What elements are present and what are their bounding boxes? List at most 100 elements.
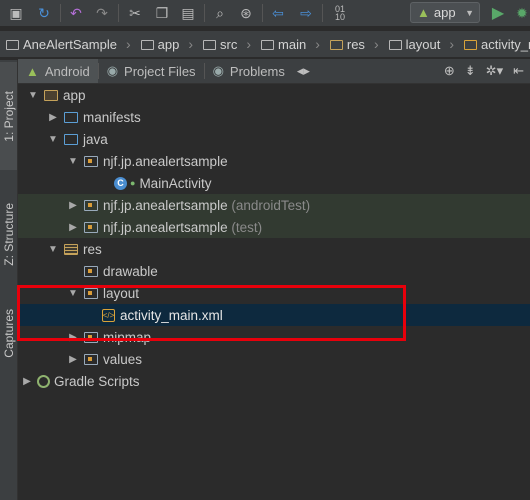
folder-icon — [6, 40, 19, 50]
tree-item-label: njf.jp.anealertsample (androidTest) — [103, 198, 310, 213]
gradle-icon — [37, 374, 50, 388]
save-icon[interactable]: ▣ — [6, 3, 26, 23]
tree-item-layout[interactable]: ▼ layout — [18, 282, 530, 304]
collapse-icon[interactable]: ⇟ — [465, 63, 476, 79]
breadcrumb-label: src — [220, 36, 238, 52]
problems-icon: ◉ — [212, 63, 224, 78]
tree-item-mainactivity[interactable]: C ● MainActivity — [18, 172, 530, 194]
hide-icon[interactable]: ⇤ — [513, 63, 524, 79]
toolbar-divider — [322, 4, 323, 22]
tree-item-label: mipmap — [103, 329, 152, 345]
tab-label: Captures — [1, 308, 16, 358]
redo-icon[interactable]: ↷ — [92, 3, 112, 23]
breadcrumb-label: AneAlertSample — [23, 36, 117, 52]
package-name: njf.jp.anealertsample — [103, 197, 228, 213]
run-config-selector[interactable]: ▲ app ▼ — [410, 2, 480, 23]
tree-item-package-androidtest[interactable]: ▶ njf.jp.anealertsample (androidTest) — [18, 194, 530, 216]
folder-icon — [84, 331, 98, 343]
breadcrumb-app[interactable]: app › — [135, 36, 197, 52]
find-icon[interactable]: ⌕ — [210, 3, 230, 23]
breadcrumb-main[interactable]: main › — [255, 36, 324, 52]
collapsed-arrow-icon[interactable]: ▶ — [20, 376, 34, 387]
tree-item-label: java — [83, 131, 108, 147]
debug-icon[interactable]: ✹ — [512, 3, 530, 23]
tree-item-drawable[interactable]: drawable — [18, 260, 530, 282]
tab-android[interactable]: ▲ Android — [18, 59, 98, 83]
collapsed-arrow-icon[interactable]: ▶ — [66, 332, 80, 343]
collapsed-arrow-icon[interactable]: ▶ — [66, 200, 80, 211]
tab-scroll-arrows[interactable]: ◂▸ — [293, 59, 314, 83]
tab-label: 1: Project — [1, 90, 16, 142]
replace-icon[interactable]: ⊛ — [236, 3, 256, 23]
tree-item-activity-main[interactable]: </> activity_main.xml — [18, 304, 530, 326]
toolbar-divider — [204, 4, 205, 22]
tree-item-res[interactable]: ▼ res — [18, 238, 530, 260]
tree-item-label: njf.jp.anealertsample (test) — [103, 220, 262, 235]
tab-structure[interactable]: Z: Structure — [0, 170, 17, 298]
collapsed-arrow-icon[interactable]: ▶ — [66, 222, 80, 233]
tree-item-gradle-scripts[interactable]: ▶ Gradle Scripts — [18, 370, 530, 392]
tree-item-package-main[interactable]: ▼ njf.jp.anealertsample — [18, 150, 530, 172]
sync-icon[interactable]: ↻ — [34, 3, 54, 23]
tab-project[interactable]: 1: Project — [0, 62, 17, 170]
tree-item-label: MainActivity — [139, 175, 212, 191]
project-view-tabs: ▲ Android ◉ Project Files ◉ Problems ◂▸ ⊕ ⇟… — [18, 59, 530, 84]
paste-icon[interactable]: ▤ — [178, 3, 198, 23]
chevron-right-icon: › — [449, 36, 454, 52]
folder-icon — [140, 40, 154, 50]
forward-icon[interactable]: ⇨ — [296, 3, 316, 23]
breadcrumb-file[interactable]: activity_main.xml — [458, 37, 530, 52]
breadcrumb-project[interactable]: AneAlertSample › — [0, 36, 135, 52]
tree-item-label: manifests — [83, 109, 141, 125]
tool-window-strip: 1: Project Z: Structure Captures — [0, 60, 18, 500]
android-icon: ▲ — [417, 5, 430, 20]
tab-problems[interactable]: ◉ Problems — [205, 59, 293, 83]
expanded-arrow-icon[interactable]: ▼ — [46, 134, 60, 145]
back-icon[interactable]: ⇦ — [268, 3, 288, 23]
package-icon — [84, 199, 98, 211]
package-icon — [84, 221, 98, 233]
cut-icon[interactable]: ✂ — [125, 3, 145, 23]
folder-icon — [388, 40, 402, 50]
breadcrumb-label: main — [278, 36, 307, 52]
toolbar-divider — [60, 4, 61, 22]
locate-icon[interactable]: ⊕ — [444, 63, 455, 79]
breadcrumb-src[interactable]: src › — [197, 36, 255, 52]
tree-item-java[interactable]: ▼ java — [18, 128, 530, 150]
run-icon[interactable]: ▶ — [488, 3, 508, 23]
panel-actions: ⊕ ⇟ ✲▾ ⇤ — [444, 59, 530, 83]
chevron-right-icon: › — [125, 36, 131, 52]
breadcrumb-label: app — [157, 36, 180, 52]
expanded-arrow-icon[interactable]: ▼ — [26, 90, 40, 101]
collapsed-arrow-icon[interactable]: ▶ — [66, 354, 80, 365]
project-files-icon: ◉ — [106, 63, 119, 78]
chevron-right-icon: › — [315, 36, 320, 52]
package-icon — [84, 155, 98, 167]
tree-item-values[interactable]: ▶ values — [18, 348, 530, 370]
breadcrumb-label: res — [346, 36, 365, 52]
gear-icon[interactable]: ✲▾ — [486, 63, 503, 79]
breadcrumb-layout[interactable]: layout › — [383, 36, 458, 52]
tree-item-label: Gradle Scripts — [54, 373, 140, 389]
package-name: njf.jp.anealertsample — [103, 219, 228, 235]
source-set-label: (androidTest) — [231, 197, 311, 213]
breadcrumb-res[interactable]: res › — [324, 36, 383, 52]
copy-icon[interactable]: ❐ — [152, 3, 172, 23]
tree-item-manifests[interactable]: ▶ manifests — [18, 106, 530, 128]
expanded-arrow-icon[interactable]: ▼ — [46, 244, 60, 255]
res-folder-icon — [329, 40, 343, 50]
undo-icon[interactable]: ↶ — [66, 3, 86, 23]
make-icon[interactable]: 01 10 — [330, 3, 350, 23]
folder-icon — [203, 40, 216, 50]
source-folder-icon — [64, 133, 78, 145]
tab-captures[interactable]: Captures — [0, 298, 17, 368]
tree-item-package-test[interactable]: ▶ njf.jp.anealertsample (test) — [18, 216, 530, 238]
collapsed-arrow-icon[interactable]: ▶ — [46, 112, 60, 123]
tab-project-files[interactable]: ◉ Project Files — [99, 59, 204, 83]
expanded-arrow-icon[interactable]: ▼ — [66, 288, 80, 299]
tab-label: Z: Structure — [1, 202, 16, 266]
tree-item-mipmap[interactable]: ▶ mipmap — [18, 326, 530, 348]
tree-item-app[interactable]: ▼ app — [18, 84, 530, 106]
tab-label: Android — [44, 63, 90, 79]
expanded-arrow-icon[interactable]: ▼ — [66, 156, 80, 167]
